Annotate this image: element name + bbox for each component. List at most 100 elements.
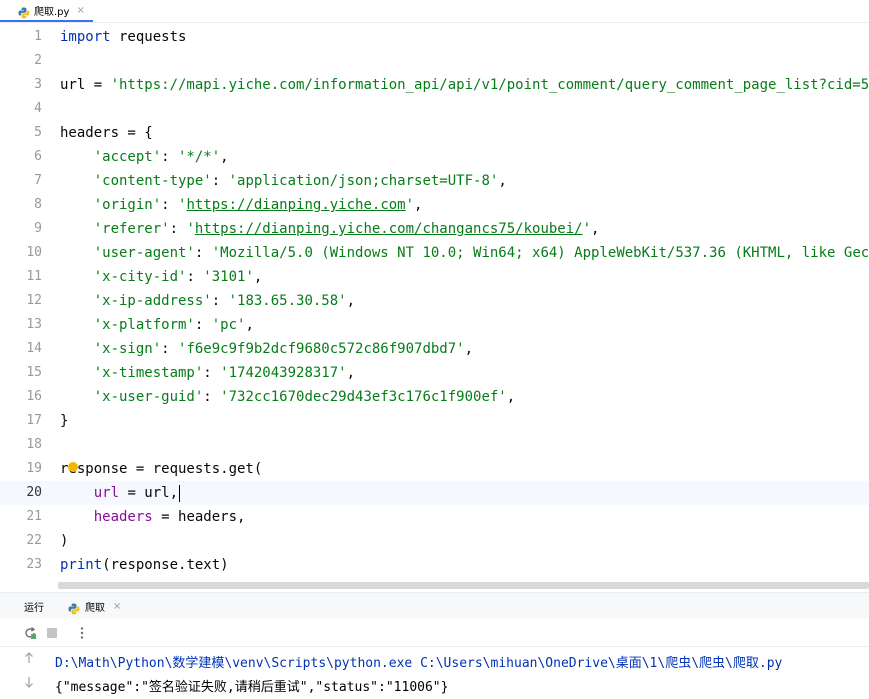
close-icon[interactable]: × [76,5,84,16]
stop-icon[interactable] [44,625,60,641]
code-line[interactable]: 14 'x-sign': 'f6e9c9f9b2dcf9680c572c86f9… [0,337,869,361]
code-line[interactable]: 7 'content-type': 'application/json;char… [0,169,869,193]
code-token: : [186,269,204,285]
code-line[interactable]: 12 'x-ip-address': '183.65.30.58', [0,289,869,313]
lightbulb-icon[interactable] [68,462,78,472]
code-line[interactable]: 10 'user-agent': 'Mozilla/5.0 (Windows N… [0,241,869,265]
code-text[interactable]: 'x-user-guid': '732cc1670dec29d43ef3c176… [60,385,515,409]
code-token: , [414,197,423,213]
code-text[interactable]: } [60,409,68,433]
line-number: 16 [26,389,42,404]
code-line[interactable]: 22) [0,529,869,553]
code-token: 'x-sign' [93,341,162,357]
code-token: , [464,341,474,357]
code-token: , [591,221,600,237]
code-text[interactable]: url = url, [60,481,181,505]
horizontal-scrollbar[interactable] [58,582,869,589]
rerun-icon[interactable] [22,625,38,641]
code-token: : [203,365,221,381]
line-number: 13 [26,317,42,332]
code-line[interactable]: 23 print(response.text) [0,553,869,577]
code-token: import [60,29,111,45]
code-token: headers [93,509,153,525]
code-text[interactable]: response = requests.get( [60,457,262,481]
code-token: : [211,293,229,309]
code-text[interactable]: 'x-timestamp': '1742043928317', [60,361,355,385]
code-line[interactable]: 8 'origin': 'https://dianping.yiche.com'… [0,193,869,217]
code-text[interactable]: 'content-type': 'application/json;charse… [60,169,507,193]
code-line[interactable]: 17} [0,409,869,433]
code-token: : [194,317,212,333]
code-line[interactable]: 3 url = 'https://mapi.yiche.com/informati… [0,73,869,97]
run-console[interactable]: D:\Math\Python\数学建模\venv\Scripts\python.… [0,648,869,699]
code-token: , [506,389,516,405]
code-text[interactable]: import requests [60,25,186,49]
line-number: 23 [26,557,42,572]
code-line[interactable]: 4 [0,97,869,121]
scroll-up-icon[interactable] [24,652,34,667]
code-line[interactable]: 13 'x-platform': 'pc', [0,313,869,337]
code-text[interactable]: 'x-platform': 'pc', [60,313,254,337]
code-text[interactable]: 'user-agent': 'Mozilla/5.0 (Windows NT 1… [60,241,869,265]
line-number: 11 [26,269,42,284]
code-text[interactable]: 'origin': 'https://dianping.yiche.com', [60,193,423,217]
code-token: '*/*' [178,149,221,165]
code-text[interactable]: ) [60,529,68,553]
code-token: ' [582,221,592,237]
code-text[interactable]: 'referer': 'https://dianping.yiche.com/c… [60,217,600,241]
close-icon[interactable]: × [113,601,121,612]
code-editor[interactable]: 1 import requests 2 3 url = 'https://mapi.yi… [0,25,869,581]
code-line[interactable]: 21 headers = headers, [0,505,869,529]
more-icon[interactable] [74,625,90,641]
code-text[interactable]: headers = headers, [60,505,246,529]
scroll-down-icon[interactable] [24,676,34,691]
code-text[interactable]: 'accept': '*/*', [60,145,229,169]
code-line[interactable]: 19 response = requests.get( [0,457,869,481]
code-token: 'user-agent' [93,245,195,261]
code-token: 'content-type' [93,173,212,189]
code-text[interactable]: url = 'https://mapi.yiche.com/informatio… [60,73,869,97]
code-line[interactable]: 1 import requests [0,25,869,49]
code-line[interactable]: 9 'referer': 'https://dianping.yiche.com… [0,217,869,241]
code-token: : [161,341,179,357]
code-text[interactable]: headers = { [60,121,153,145]
code-line[interactable]: 2 [0,49,869,73]
code-token: , [346,365,356,381]
code-line[interactable]: 6 'accept': '*/*', [0,145,869,169]
code-token: : [203,389,221,405]
code-line[interactable]: 18 [0,433,869,457]
code-token: 'f6e9c9f9b2dcf9680c572c86f907dbd7' [178,341,465,357]
code-text[interactable]: 'x-ip-address': '183.65.30.58', [60,289,355,313]
code-text[interactable]: 'x-city-id': '3101', [60,265,263,289]
code-token: : [211,173,229,189]
line-number: 9 [34,221,42,236]
code-token: = headers, [152,509,246,525]
code-token: response = requests.get( [60,461,263,477]
code-line[interactable]: 20 url = url, [0,481,869,505]
line-number: 1 [34,29,42,44]
code-token: , [498,173,507,189]
code-line[interactable]: 16 'x-user-guid': '732cc1670dec29d43ef3c… [0,385,869,409]
code-text[interactable]: 'x-sign': 'f6e9c9f9b2dcf9680c572c86f907d… [60,337,473,361]
code-token: print [60,557,103,573]
code-token: url = [60,77,111,93]
code-line[interactable]: 5 headers = { [0,121,869,145]
code-text[interactable]: print(response.text) [60,553,229,577]
code-line[interactable]: 15 'x-timestamp': '1742043928317', [0,361,869,385]
code-token: ' [405,197,415,213]
code-token: ) [60,533,69,549]
editor-tab-bar: 爬取.py × [0,0,869,23]
code-line[interactable]: 11 'x-city-id': '3101', [0,265,869,289]
python-file-icon [68,600,80,615]
code-token: 'referer' [93,221,170,237]
run-config-tab[interactable]: 爬取 × [68,593,121,619]
code-token: : [161,149,179,165]
file-tab[interactable]: 爬取.py × [0,0,93,22]
code-token: ' [186,221,195,237]
line-number: 4 [34,101,42,116]
